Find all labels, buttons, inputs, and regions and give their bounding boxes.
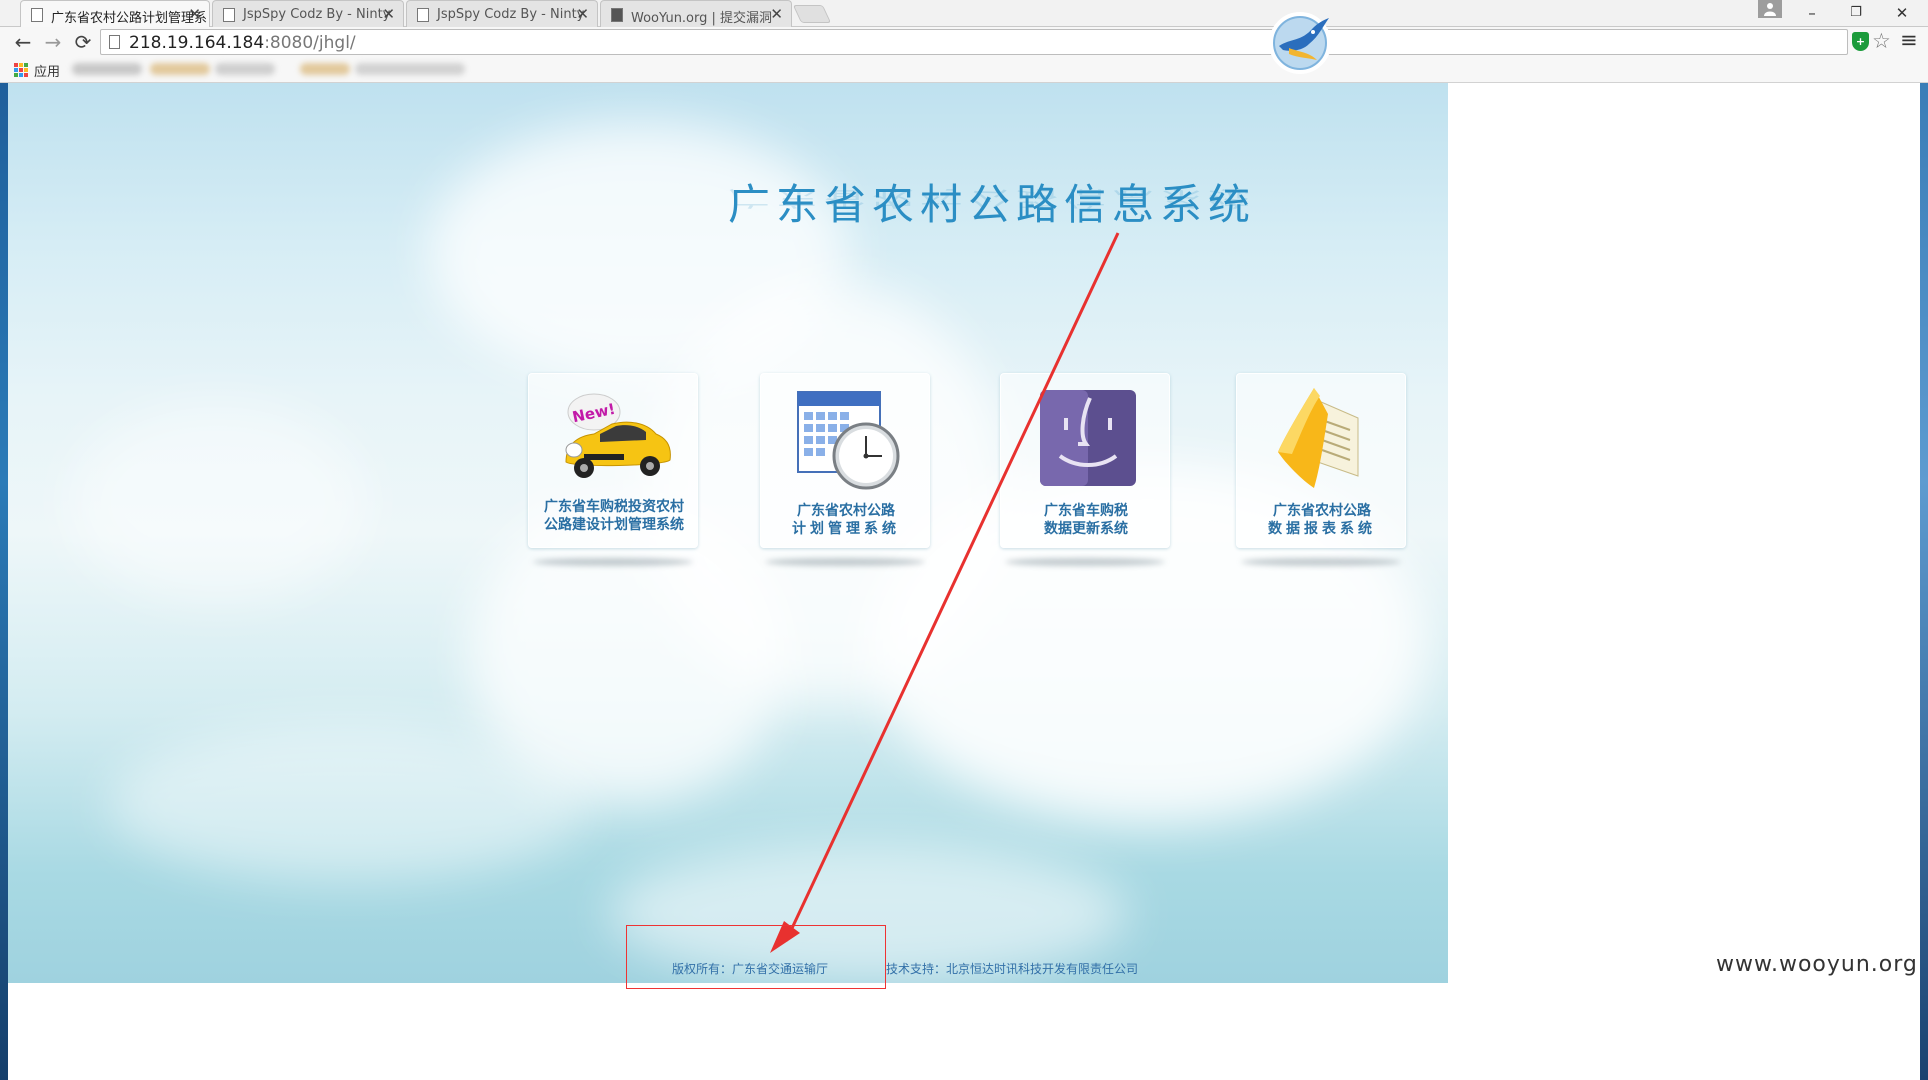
tech-support-text: 技术支持：北京恒达时讯科技开发有限责任公司: [886, 962, 1139, 976]
tile-label: 广东省农村公路 数据报表系统: [1237, 502, 1407, 538]
tab-close-icon[interactable]: ✕: [382, 5, 395, 23]
copyright-text: 版权所有：广东省交通运输厅: [672, 962, 829, 976]
tile-label-line: 广东省农村公路: [797, 503, 895, 519]
tile-label-line: 广东省农村公路: [1273, 503, 1371, 519]
url-host: 218.19.164.184: [129, 33, 265, 53]
desktop-background: [0, 83, 8, 1080]
star-icon[interactable]: ☆: [1872, 29, 1891, 53]
apps-grid-icon[interactable]: [14, 63, 28, 77]
cloud-decoration: [68, 403, 368, 603]
blurred-bookmark[interactable]: [72, 63, 142, 75]
tab-close-icon[interactable]: ✕: [188, 5, 201, 23]
tile-shadow: [1241, 558, 1401, 566]
tab-wooyun[interactable]: WooYun.org | 提交漏洞 ✕: [600, 0, 792, 27]
tab-strip: 广东省农村公路计划管理系 ✕ JspSpy Codz By - Ninty ✕ …: [0, 0, 1928, 27]
browser-toolbar: ← → ⟳ 218.19.164.184:8080/jhgl/ + ☆ ≡: [0, 27, 1928, 57]
tab-jspspy-1[interactable]: JspSpy Codz By - Ninty ✕: [212, 0, 404, 27]
tile-label-line: 数据更新系统: [1044, 521, 1128, 537]
shield-icon[interactable]: +: [1852, 32, 1869, 51]
tile-cgs-investment-plan[interactable]: New! 广东省车购税投资农村 公路建设计划管理系统: [528, 373, 698, 548]
car-icon: New!: [565, 393, 671, 478]
blurred-bookmark[interactable]: [215, 63, 275, 75]
page-icon: [223, 8, 235, 22]
apps-label[interactable]: 应用: [34, 61, 60, 80]
tile-label: 广东省农村公路 计划管理系统: [761, 502, 931, 538]
tab-jhgl[interactable]: 广东省农村公路计划管理系 ✕: [20, 0, 210, 27]
tab-close-icon[interactable]: ✕: [770, 5, 783, 23]
page-icon: [31, 8, 43, 22]
blurred-bookmark[interactable]: [355, 63, 465, 75]
tab-close-icon[interactable]: ✕: [576, 5, 589, 23]
tab-title: JspSpy Codz By - Ninty: [437, 7, 585, 22]
desktop-background: [1920, 83, 1928, 1080]
cloud-decoration: [108, 723, 588, 883]
page-footer: [8, 983, 1920, 1080]
site-title-reflection: 广东省农村公路信息系统: [728, 186, 1257, 211]
finder-face-icon: [1040, 390, 1136, 486]
tab-title: 广东省农村公路计划管理系: [51, 11, 208, 26]
minimize-button[interactable]: –: [1792, 2, 1832, 24]
web-page: 广东省农村公路信息系统 广东省农村公路信息系统 New! 广东省车购税投资农村 …: [8, 83, 1920, 1080]
browser-window: 广东省农村公路计划管理系 ✕ JspSpy Codz By - Ninty ✕ …: [0, 0, 1928, 1080]
tab-title: JspSpy Codz By - Ninty: [243, 7, 391, 22]
wooyun-watermark: www.wooyun.org: [1716, 952, 1918, 977]
tile-label-line: 广东省车购税投资农村: [544, 499, 684, 515]
wooyun-favicon: [611, 8, 623, 22]
tile-label: 广东省车购税投资农村 公路建设计划管理系统: [529, 498, 699, 534]
page-icon: [417, 8, 429, 22]
profile-icon[interactable]: [1758, 0, 1782, 18]
back-button[interactable]: ←: [12, 31, 34, 53]
calendar-clock-icon: [797, 391, 900, 490]
new-tab-button[interactable]: [792, 5, 832, 23]
tile-shadow: [765, 558, 925, 566]
page-icon: [109, 35, 120, 49]
url-path: :8080/jhgl/: [264, 33, 356, 53]
close-window-button[interactable]: ✕: [1882, 2, 1922, 24]
folder-document-icon: [1278, 388, 1359, 488]
blurred-bookmark[interactable]: [150, 63, 210, 75]
tile-cgs-data-update[interactable]: 广东省车购税 数据更新系统: [1000, 373, 1170, 548]
tile-rural-road-report[interactable]: 广东省农村公路 数据报表系统: [1236, 373, 1406, 548]
tile-label: 广东省车购税 数据更新系统: [1001, 502, 1171, 538]
address-bar[interactable]: 218.19.164.184:8080/jhgl/: [100, 29, 1848, 55]
reload-button[interactable]: ⟳: [72, 31, 94, 53]
restore-button[interactable]: ❐: [1836, 2, 1876, 24]
annotation-box: [626, 925, 886, 989]
bookmarks-bar: 应用: [0, 57, 1928, 83]
tile-label-line: 公路建设计划管理系统: [544, 517, 684, 533]
sky-background: 广东省农村公路信息系统 广东省农村公路信息系统 New! 广东省车购税投资农村 …: [8, 83, 1448, 983]
tile-label-line: 计划管理系统: [792, 521, 900, 537]
menu-icon[interactable]: ≡: [1900, 28, 1918, 52]
forward-button[interactable]: →: [42, 31, 64, 53]
tile-shadow: [1005, 558, 1165, 566]
tile-label-line: 数据报表系统: [1268, 521, 1376, 537]
tab-jspspy-2[interactable]: JspSpy Codz By - Ninty ✕: [406, 0, 598, 27]
tab-title: WooYun.org | 提交漏洞: [631, 11, 773, 26]
tile-label-line: 广东省车购税: [1044, 503, 1128, 519]
blurred-bookmark[interactable]: [300, 63, 350, 75]
tile-rural-road-plan[interactable]: 广东省农村公路 计划管理系统: [760, 373, 930, 548]
bird-logo-icon: [1269, 12, 1331, 74]
tile-shadow: [533, 558, 693, 566]
url-text[interactable]: 218.19.164.184:8080/jhgl/: [129, 33, 356, 53]
